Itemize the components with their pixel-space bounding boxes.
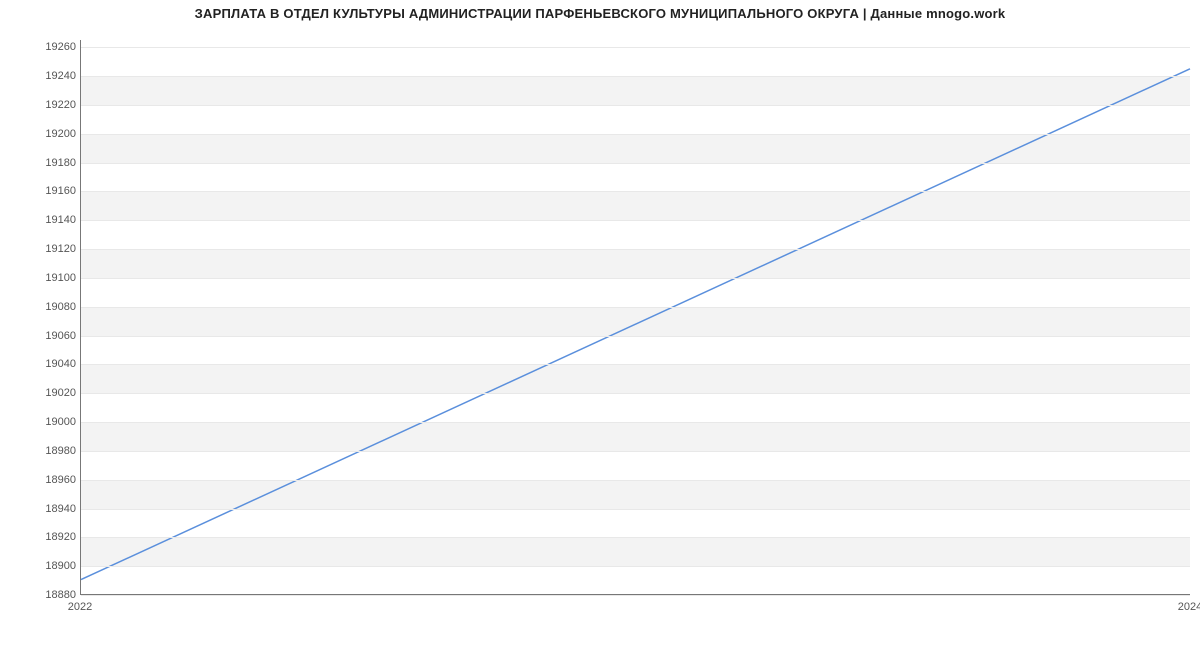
y-tick-label: 19200 (16, 128, 76, 140)
y-tick-label: 19220 (16, 99, 76, 111)
chart-line-layer (81, 40, 1190, 594)
y-tick-label: 19000 (16, 416, 76, 428)
plot-area (80, 40, 1190, 595)
y-tick-label: 19140 (16, 214, 76, 226)
y-tick-label: 18920 (16, 531, 76, 543)
y-tick-label: 18980 (16, 445, 76, 457)
y-tick-label: 19260 (16, 41, 76, 53)
y-tick-label: 19180 (16, 157, 76, 169)
y-tick-label: 19240 (16, 70, 76, 82)
gridline (81, 509, 1190, 510)
y-tick-label: 19080 (16, 301, 76, 313)
gridline (81, 163, 1190, 164)
y-tick-label: 18940 (16, 503, 76, 515)
y-tick-label: 18900 (16, 560, 76, 572)
gridline (81, 307, 1190, 308)
y-tick-label: 19120 (16, 243, 76, 255)
chart-container: ЗАРПЛАТА В ОТДЕЛ КУЛЬТУРЫ АДМИНИСТРАЦИИ … (0, 0, 1200, 650)
gridline (81, 364, 1190, 365)
gridline (81, 191, 1190, 192)
gridline (81, 480, 1190, 481)
gridline (81, 249, 1190, 250)
y-tick-label: 19020 (16, 387, 76, 399)
gridline (81, 278, 1190, 279)
gridline (81, 566, 1190, 567)
gridline (81, 105, 1190, 106)
y-tick-label: 18960 (16, 474, 76, 486)
chart-title: ЗАРПЛАТА В ОТДЕЛ КУЛЬТУРЫ АДМИНИСТРАЦИИ … (0, 6, 1200, 21)
gridline (81, 76, 1190, 77)
x-tick-label: 2024 (1178, 601, 1200, 613)
y-tick-label: 18880 (16, 589, 76, 601)
gridline (81, 336, 1190, 337)
y-tick-label: 19060 (16, 330, 76, 342)
gridline (81, 220, 1190, 221)
y-tick-label: 19100 (16, 272, 76, 284)
gridline (81, 451, 1190, 452)
gridline (81, 393, 1190, 394)
x-tick-label: 2022 (68, 601, 92, 613)
gridline (81, 422, 1190, 423)
data-line (81, 69, 1190, 580)
y-tick-label: 19160 (16, 185, 76, 197)
gridline (81, 537, 1190, 538)
gridline (81, 595, 1190, 596)
gridline (81, 134, 1190, 135)
gridline (81, 47, 1190, 48)
y-tick-label: 19040 (16, 358, 76, 370)
